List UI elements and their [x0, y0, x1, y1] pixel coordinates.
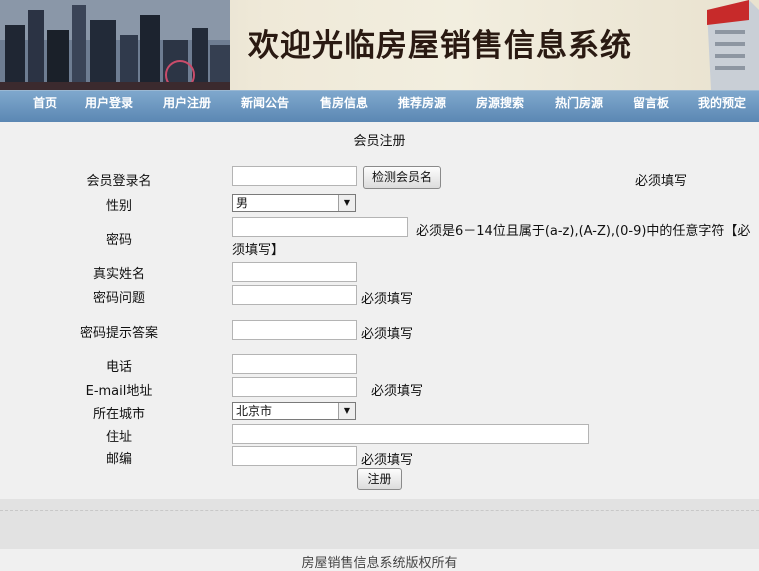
username-required-note: 必须填写: [635, 174, 688, 189]
email-required-note: 必须填写: [371, 384, 424, 399]
nav-search[interactable]: 房源搜索: [476, 91, 524, 122]
answer-input[interactable]: [232, 320, 357, 340]
check-username-button[interactable]: 检测会员名: [363, 166, 441, 189]
register-submit-button[interactable]: 注册: [357, 468, 402, 490]
zip-required-note: 必须填写: [361, 453, 414, 468]
gender-label: 性别: [105, 199, 132, 214]
site-title: 欢迎光临房屋销售信息系统: [248, 28, 632, 64]
zip-input[interactable]: [232, 446, 357, 466]
city-selected-value: 北京市: [236, 404, 273, 418]
phone-label: 电话: [105, 360, 132, 375]
gender-select[interactable]: 男 ▼: [232, 194, 356, 212]
footer-band: [0, 499, 759, 549]
nav-sale-info[interactable]: 售房信息: [320, 91, 368, 122]
question-required-note: 必须填写: [361, 292, 414, 307]
password-rule-note-line2: 须填写】: [232, 243, 285, 258]
header-banner: 欢迎光临房屋销售信息系统: [0, 0, 759, 90]
realname-label: 真实姓名: [92, 267, 145, 282]
nav-news[interactable]: 新闻公告: [241, 91, 289, 122]
username-label: 会员登录名: [86, 174, 152, 189]
question-input[interactable]: [232, 285, 357, 305]
password-input[interactable]: [232, 217, 408, 237]
email-label: E-mail地址: [85, 384, 153, 399]
chevron-down-icon: ▼: [338, 195, 355, 211]
password-label: 密码: [105, 233, 132, 248]
phone-input[interactable]: [232, 354, 357, 374]
answer-label: 密码提示答案: [79, 326, 158, 341]
city-label: 所在城市: [92, 407, 145, 422]
gender-selected-value: 男: [236, 196, 249, 210]
city-select[interactable]: 北京市 ▼: [232, 402, 356, 420]
question-label: 密码问题: [92, 291, 145, 306]
city-skyline-image: [0, 0, 230, 90]
email-input[interactable]: [232, 377, 357, 397]
nav-my-booking[interactable]: 我的预定: [698, 91, 746, 122]
nav-recommended[interactable]: 推荐房源: [398, 91, 446, 122]
nav-hot[interactable]: 热门房源: [555, 91, 603, 122]
answer-required-note: 必须填写: [361, 327, 414, 342]
building-image: [707, 0, 759, 90]
address-input[interactable]: [232, 424, 589, 444]
main-nav: 首页 用户登录 用户注册 新闻公告 售房信息 推荐房源 房源搜索 热门房源 留言…: [0, 90, 759, 122]
nav-guestbook[interactable]: 留言板: [633, 91, 669, 122]
footer-divider: [0, 510, 759, 511]
zip-label: 邮编: [105, 452, 132, 467]
form-title: 会员注册: [353, 134, 406, 149]
address-label: 住址: [105, 430, 132, 445]
realname-input[interactable]: [232, 262, 357, 282]
copyright-text: 房屋销售信息系统版权所有: [301, 556, 458, 571]
nav-home[interactable]: 首页: [33, 91, 57, 122]
username-input[interactable]: [232, 166, 357, 186]
chevron-down-icon: ▼: [338, 403, 355, 419]
nav-register[interactable]: 用户注册: [163, 91, 211, 122]
nav-login[interactable]: 用户登录: [85, 91, 133, 122]
password-rule-note-line1: 必须是6－14位且属于(a-z),(A-Z),(0-9)中的任意字符【必: [416, 224, 751, 239]
